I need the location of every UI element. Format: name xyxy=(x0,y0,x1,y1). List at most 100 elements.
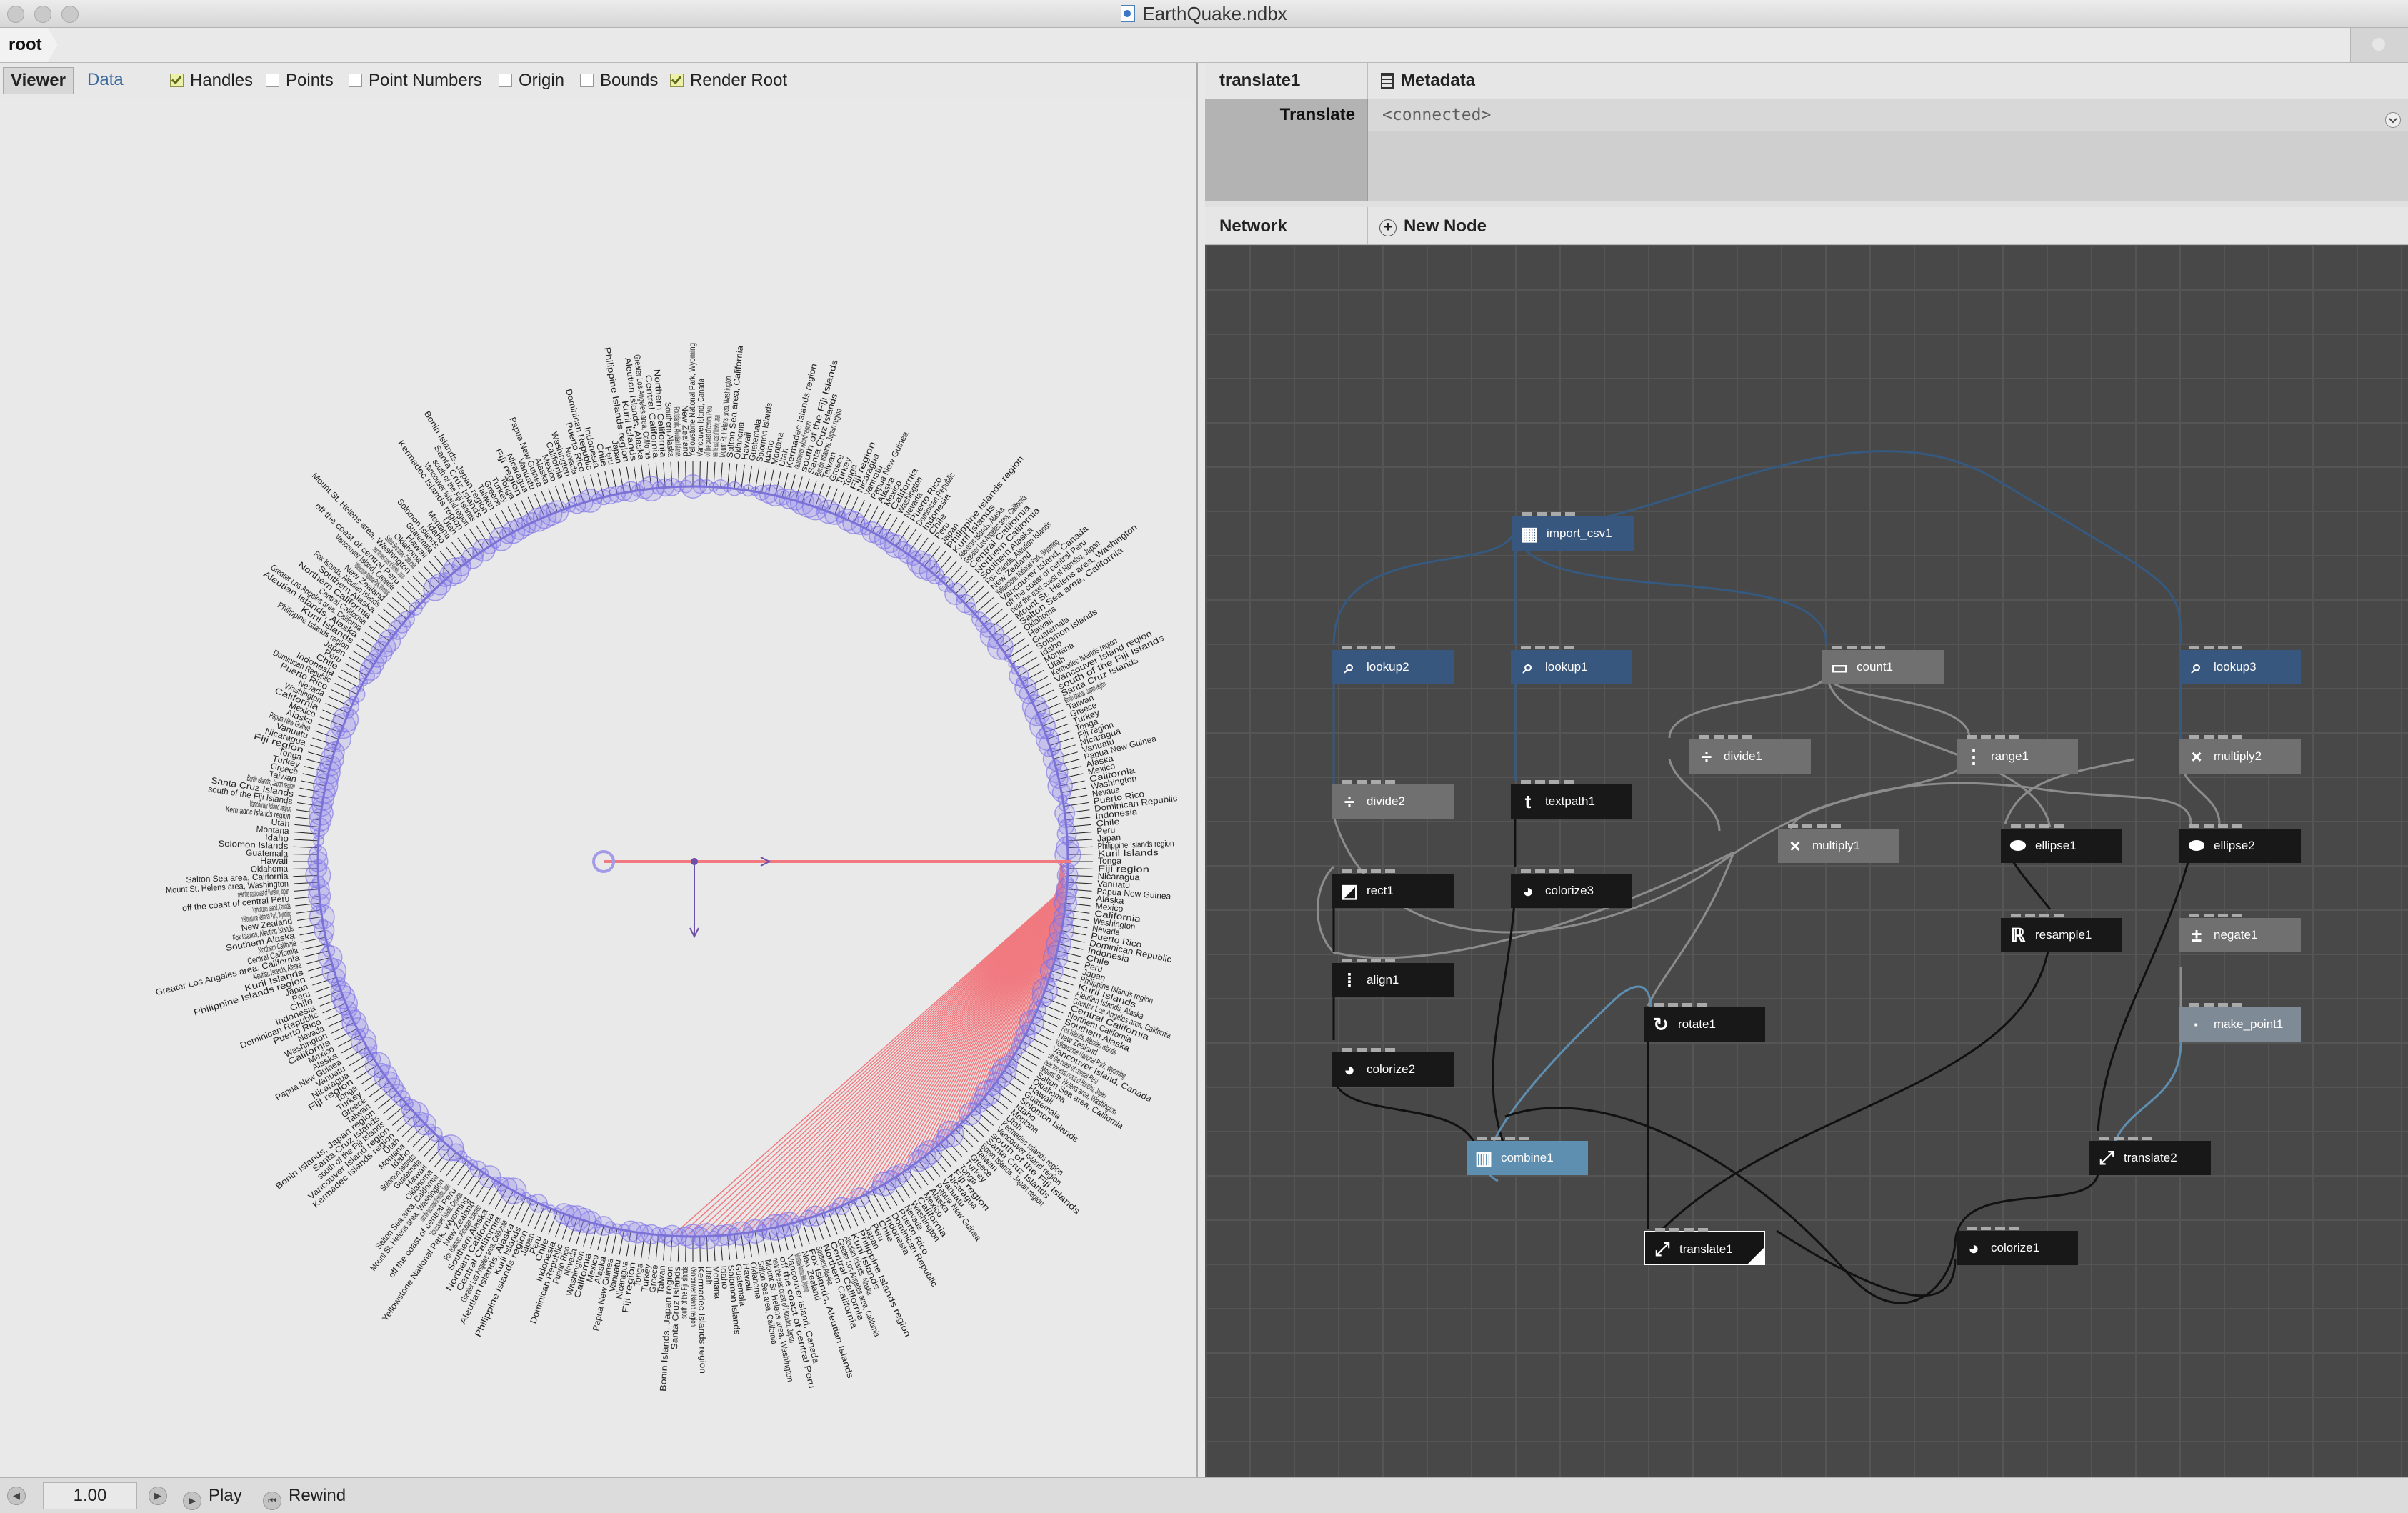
node-input-port[interactable] xyxy=(1967,1227,1977,1230)
point-numbers-checkbox[interactable]: Point Numbers xyxy=(349,70,482,91)
node-input-port[interactable] xyxy=(1817,824,1827,828)
node-input-port[interactable] xyxy=(1698,1228,1708,1232)
node-input-port[interactable] xyxy=(1342,1048,1352,1052)
node-input-port[interactable] xyxy=(1371,1048,1381,1052)
node-ellipse2[interactable]: ⬬ellipse2 xyxy=(2179,829,2301,863)
node-lookup2[interactable]: ⌕lookup2 xyxy=(1332,650,1454,684)
node-make-point1[interactable]: ·make_point1 xyxy=(2179,1007,2301,1042)
node-multiply1[interactable]: ×multiply1 xyxy=(1778,829,1899,863)
node-input-port[interactable] xyxy=(1549,780,1559,784)
new-node-button[interactable]: +New Node xyxy=(1379,216,1487,236)
node-input-port[interactable] xyxy=(1385,780,1395,784)
node-input-port[interactable] xyxy=(2114,1137,2124,1140)
node-input-port[interactable] xyxy=(1522,512,1532,516)
node-input-port[interactable] xyxy=(2232,824,2242,828)
node-colorize3[interactable]: ◕colorize3 xyxy=(1511,874,1632,908)
node-input-port[interactable] xyxy=(1371,780,1381,784)
frame-decrement-button[interactable]: ◀ xyxy=(7,1487,26,1505)
node-input-port[interactable] xyxy=(1564,780,1574,784)
node-input-port[interactable] xyxy=(1832,646,1842,649)
breadcrumb-root[interactable]: root xyxy=(0,28,58,62)
node-input-port[interactable] xyxy=(2039,914,2049,917)
node-input-port[interactable] xyxy=(1699,735,1709,739)
node-input-port[interactable] xyxy=(1537,512,1547,516)
node-input-port[interactable] xyxy=(2011,914,2021,917)
node-input-port[interactable] xyxy=(1684,1228,1694,1232)
node-range1[interactable]: ⋮range1 xyxy=(1957,739,2078,774)
node-input-port[interactable] xyxy=(1995,735,2005,739)
node-input-port[interactable] xyxy=(2009,735,2019,739)
node-divide2[interactable]: ÷divide2 xyxy=(1332,784,1454,819)
node-lookup1[interactable]: ⌕lookup1 xyxy=(1511,650,1632,684)
node-input-port[interactable] xyxy=(2232,646,2242,649)
node-input-port[interactable] xyxy=(2142,1137,2152,1140)
node-rotate1[interactable]: ↻rotate1 xyxy=(1644,1007,1765,1042)
node-input-port[interactable] xyxy=(1564,646,1574,649)
node-input-port[interactable] xyxy=(2204,646,2214,649)
node-input-port[interactable] xyxy=(1535,646,1545,649)
node-input-port[interactable] xyxy=(2189,914,2199,917)
node-input-port[interactable] xyxy=(1477,1137,1487,1140)
node-multiply2[interactable]: ×multiply2 xyxy=(2179,739,2301,774)
node-input-port[interactable] xyxy=(1357,959,1367,962)
node-input-port[interactable] xyxy=(1521,780,1531,784)
panel-splitter[interactable] xyxy=(1205,201,2408,207)
node-input-port[interactable] xyxy=(2232,1003,2242,1007)
node-input-port[interactable] xyxy=(1385,1048,1395,1052)
node-rect1[interactable]: ◩rect1 xyxy=(1332,874,1454,908)
node-input-port[interactable] xyxy=(2128,1137,2138,1140)
node-input-port[interactable] xyxy=(1697,1003,1707,1007)
node-input-port[interactable] xyxy=(2189,1003,2199,1007)
node-input-port[interactable] xyxy=(2204,824,2214,828)
points-checkbox[interactable]: Points xyxy=(266,70,334,91)
node-translate2[interactable]: ⤢translate2 xyxy=(2089,1141,2211,1175)
node-divide1[interactable]: ÷divide1 xyxy=(1689,739,1811,774)
node-input-port[interactable] xyxy=(1995,1227,2005,1230)
node-count1[interactable]: ▭count1 xyxy=(1822,650,1944,684)
node-input-port[interactable] xyxy=(1669,1228,1679,1232)
node-negate1[interactable]: ±negate1 xyxy=(2179,918,2301,952)
viewer-canvas[interactable]: TongaFiji regionNicaraguaVanuatuPapua Ne… xyxy=(0,99,1196,1477)
node-ellipse1[interactable]: ⬬ellipse1 xyxy=(2001,829,2122,863)
node-input-port[interactable] xyxy=(2218,914,2228,917)
node-resample1[interactable]: ℝresample1 xyxy=(2001,918,2122,952)
network-canvas[interactable]: ▦import_csv1 ⌕lookup2 ⌕lookup1 ▭count1 ⌕look… xyxy=(1205,245,2408,1477)
node-input-port[interactable] xyxy=(1655,1228,1665,1232)
node-input-port[interactable] xyxy=(1802,824,1812,828)
frame-field[interactable]: 1.00 xyxy=(43,1482,137,1509)
node-input-port[interactable] xyxy=(1714,735,1724,739)
node-input-port[interactable] xyxy=(1742,735,1752,739)
node-input-port[interactable] xyxy=(1981,1227,1991,1230)
node-input-port[interactable] xyxy=(2039,824,2049,828)
node-input-port[interactable] xyxy=(1521,869,1531,873)
node-input-port[interactable] xyxy=(1549,646,1559,649)
tab-viewer[interactable]: Viewer xyxy=(3,67,74,94)
node-input-port[interactable] xyxy=(1535,869,1545,873)
node-input-port[interactable] xyxy=(2025,824,2035,828)
node-colorize1[interactable]: ◕colorize1 xyxy=(1957,1231,2078,1265)
node-input-port[interactable] xyxy=(2204,735,2214,739)
node-input-port[interactable] xyxy=(1967,735,1977,739)
translate-handle-center[interactable] xyxy=(691,858,698,865)
node-translate1[interactable]: ⤢translate1 xyxy=(1644,1231,1765,1265)
node-input-port[interactable] xyxy=(2204,1003,2214,1007)
node-colorize2[interactable]: ◕colorize2 xyxy=(1332,1052,1454,1087)
bounds-checkbox[interactable]: Bounds xyxy=(580,70,658,91)
node-input-port[interactable] xyxy=(1654,1003,1664,1007)
node-input-port[interactable] xyxy=(1668,1003,1678,1007)
node-lookup3[interactable]: ⌕lookup3 xyxy=(2179,650,2301,684)
node-input-port[interactable] xyxy=(1357,780,1367,784)
node-input-port[interactable] xyxy=(2189,646,2199,649)
node-input-port[interactable] xyxy=(1342,780,1352,784)
node-input-port[interactable] xyxy=(1357,646,1367,649)
node-input-port[interactable] xyxy=(2218,735,2228,739)
node-input-port[interactable] xyxy=(1564,869,1574,873)
node-input-port[interactable] xyxy=(1385,959,1395,962)
node-input-port[interactable] xyxy=(1357,869,1367,873)
node-input-port[interactable] xyxy=(1385,646,1395,649)
node-input-port[interactable] xyxy=(2011,824,2021,828)
node-import-csv1[interactable]: ▦import_csv1 xyxy=(1512,516,1634,551)
node-input-port[interactable] xyxy=(2054,914,2064,917)
node-input-port[interactable] xyxy=(2054,824,2064,828)
node-input-port[interactable] xyxy=(1505,1137,1515,1140)
